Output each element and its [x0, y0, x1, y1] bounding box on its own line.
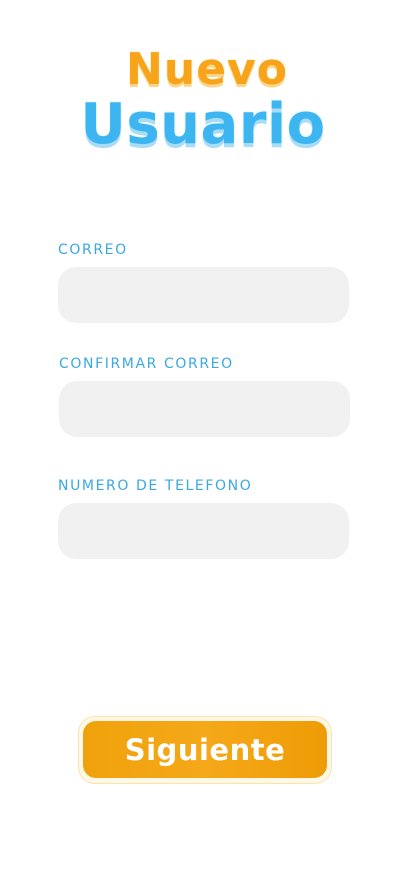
- next-button[interactable]: Siguiente: [83, 721, 327, 778]
- confirm-email-label: CONFIRMAR CORREO: [59, 356, 234, 372]
- next-button-frame: Siguiente: [79, 717, 331, 783]
- email-field[interactable]: [58, 267, 349, 323]
- phone-field[interactable]: [58, 503, 349, 559]
- email-label: CORREO: [58, 242, 128, 258]
- page-title-line2: Usuario: [80, 92, 326, 157]
- confirm-email-field[interactable]: [59, 381, 350, 437]
- phone-label: NUMERO DE TELEFONO: [58, 478, 253, 494]
- page-title-line1: Nuevo: [126, 44, 288, 95]
- new-user-screen: Nuevo Usuario CORREO CONFIRMAR CORREO NU…: [0, 0, 414, 896]
